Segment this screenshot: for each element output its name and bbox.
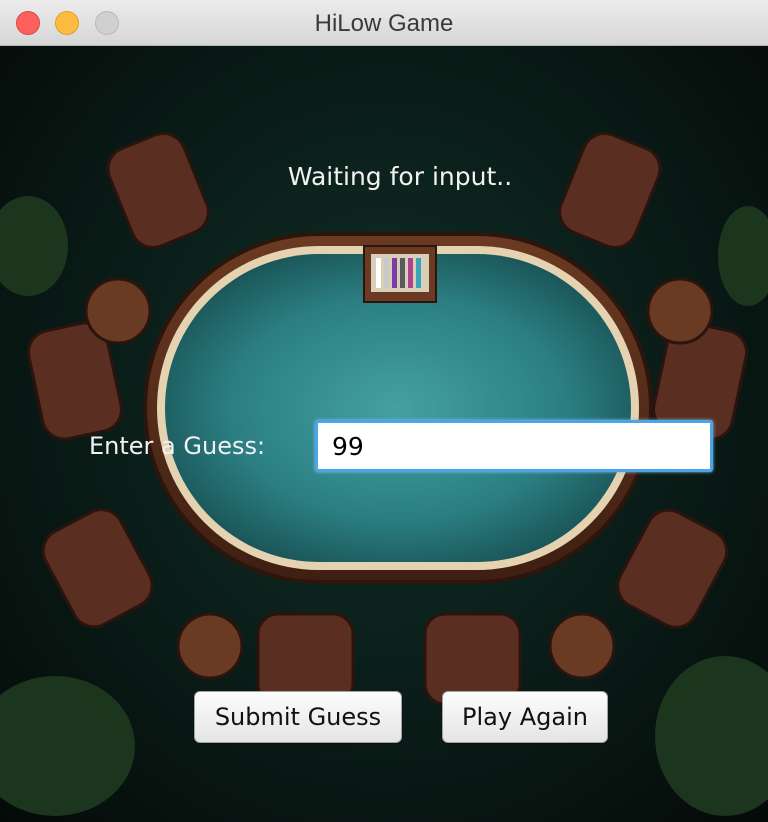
status-message: Waiting for input.. [287, 162, 513, 191]
app-window: HiLow Game Waiting for input.. Enter a G… [0, 0, 768, 822]
title-bar[interactable]: HiLow Game [0, 0, 768, 46]
guess-input[interactable] [315, 420, 713, 472]
submit-guess-button[interactable]: Submit Guess [194, 691, 402, 743]
guess-label: Enter a Guess: [89, 432, 266, 460]
game-background: Waiting for input.. Enter a Guess: Submi… [0, 46, 768, 822]
play-again-button[interactable]: Play Again [442, 691, 608, 743]
window-title: HiLow Game [314, 10, 454, 37]
chip-tray-icon [363, 245, 437, 303]
